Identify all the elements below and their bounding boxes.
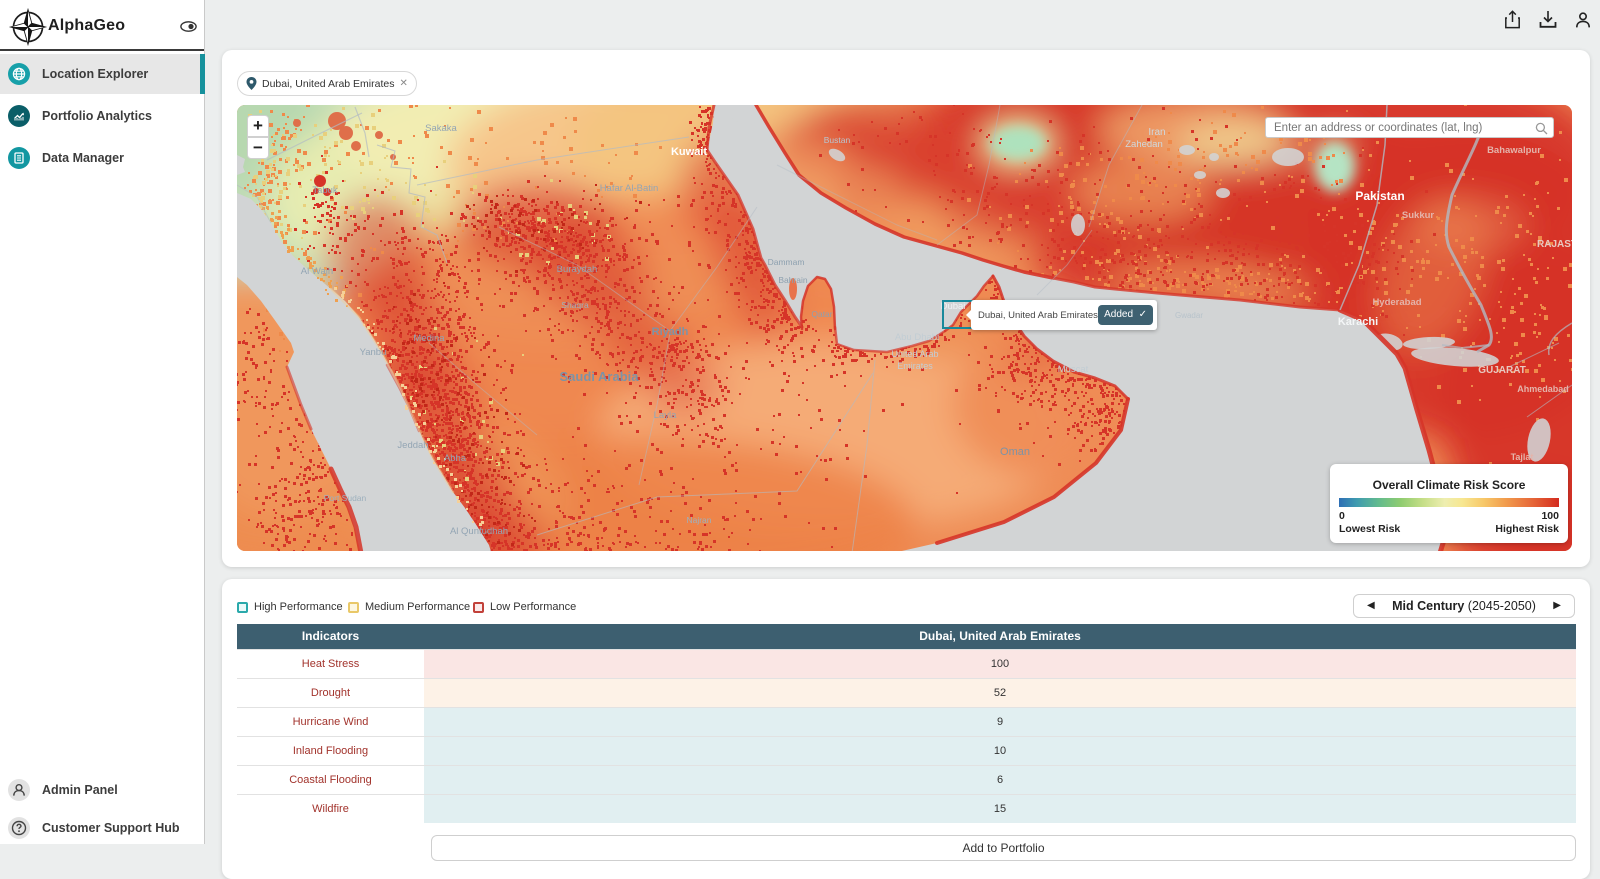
svg-text:Buraydah: Buraydah — [557, 264, 598, 275]
svg-text:Al Qunfudhah: Al Qunfudhah — [450, 526, 508, 537]
svg-text:Zahedan: Zahedan — [1125, 139, 1163, 150]
svg-text:Shaqra: Shaqra — [561, 300, 589, 310]
svg-text:Najran: Najran — [686, 515, 711, 525]
svg-text:Port Sudan: Port Sudan — [324, 493, 367, 503]
svg-text:Riyadh: Riyadh — [652, 326, 689, 338]
svg-text:Oman: Oman — [1000, 446, 1030, 458]
svg-text:Sukkur: Sukkur — [1402, 210, 1435, 221]
svg-text:Qatar: Qatar — [811, 309, 832, 319]
svg-text:Kuwait: Kuwait — [671, 146, 707, 158]
svg-text:Iran: Iran — [1148, 127, 1165, 138]
svg-text:Tajlat: Tajlat — [1511, 452, 1534, 462]
svg-text:Bahrain: Bahrain — [778, 275, 808, 285]
svg-text:Dammam: Dammam — [768, 257, 805, 267]
svg-text:Hafar Al-Batin: Hafar Al-Batin — [600, 183, 659, 194]
svg-text:Hyderabad: Hyderabad — [1372, 297, 1421, 308]
svg-text:Saudi Arabia: Saudi Arabia — [560, 369, 640, 384]
svg-text:Tabuk: Tabuk — [312, 185, 338, 196]
svg-text:Muscat: Muscat — [1058, 364, 1089, 375]
svg-text:Abha: Abha — [444, 453, 467, 464]
svg-text:Al Wajh: Al Wajh — [301, 266, 333, 277]
svg-text:Bustan: Bustan — [824, 135, 851, 145]
svg-text:Medina: Medina — [413, 333, 445, 344]
svg-text:Bahawalpur: Bahawalpur — [1487, 145, 1541, 156]
svg-text:Emirates: Emirates — [897, 361, 933, 371]
svg-text:Gwadar: Gwadar — [1175, 311, 1203, 320]
svg-text:Layla: Layla — [654, 410, 677, 421]
svg-text:Pakistan: Pakistan — [1355, 189, 1404, 203]
svg-text:Sakaka: Sakaka — [425, 123, 457, 134]
svg-text:GUJARAT: GUJARAT — [1478, 365, 1526, 376]
svg-text:Karachi: Karachi — [1338, 316, 1378, 328]
svg-text:Ahmedabad: Ahmedabad — [1517, 384, 1569, 394]
svg-text:Yanbu: Yanbu — [360, 347, 387, 358]
svg-text:Abu Dhabi: Abu Dhabi — [895, 332, 939, 343]
svg-text:RAJAST: RAJAST — [1537, 239, 1572, 250]
svg-text:Jeddah: Jeddah — [397, 440, 428, 451]
svg-text:United Arab: United Arab — [891, 349, 938, 359]
